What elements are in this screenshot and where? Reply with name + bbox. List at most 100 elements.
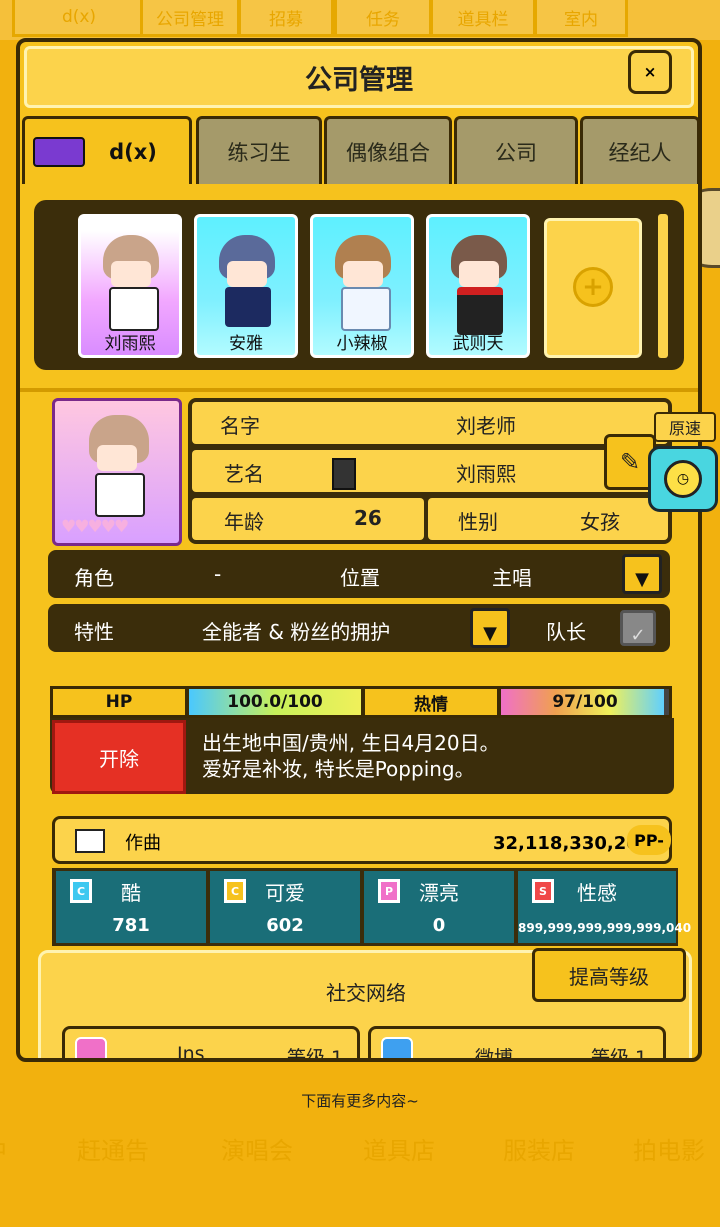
stat-name: 漂亮 bbox=[419, 881, 459, 905]
upgrade-level-button[interactable]: 提高等级 bbox=[532, 948, 686, 1002]
stat-cool: C 酷 781 bbox=[56, 871, 206, 943]
fire-button[interactable]: 开除 bbox=[52, 720, 186, 794]
bg-tab-tasks: 任务 bbox=[334, 0, 432, 37]
bg-tab-company: 公司管理 bbox=[140, 0, 240, 37]
tab-dx[interactable]: d(x) bbox=[22, 116, 192, 184]
passion-label: 热情 bbox=[362, 686, 500, 718]
stat-pretty: P 漂亮 0 bbox=[364, 871, 514, 943]
company-management-dialog: 公司管理 × d(x) 练习生 偶像组合 公司 经纪人 刘雨熙 安雅 小辣椒 武… bbox=[16, 38, 702, 1062]
social-card-weibo[interactable]: 微博 等级 1 bbox=[368, 1026, 666, 1062]
role-value: - bbox=[214, 562, 222, 586]
age-row: 年龄 26 bbox=[192, 498, 424, 540]
bottom-nav-concert[interactable]: 演唱会 bbox=[190, 1118, 324, 1178]
hp-value: 100.0/100 bbox=[227, 692, 323, 712]
check-icon: ✓ bbox=[630, 625, 646, 646]
stat-cute: C 可爱 602 bbox=[210, 871, 360, 943]
roster-next-card-edge bbox=[658, 214, 668, 358]
tab-idol-group[interactable]: 偶像组合 bbox=[324, 116, 452, 184]
stat-value: 0 bbox=[432, 915, 446, 936]
name-value: 刘老师 bbox=[456, 414, 516, 438]
bio-line-1: 出生地中国/贵州, 生日4月20日。 bbox=[202, 731, 500, 755]
dialog-title: 公司管理 bbox=[24, 46, 694, 108]
idol-card-xiaolajiao[interactable]: 小辣椒 bbox=[310, 214, 414, 358]
social-level: 等级 1 bbox=[287, 1047, 344, 1062]
tab-company[interactable]: 公司 bbox=[454, 116, 578, 184]
stat-name: 性感 bbox=[577, 881, 617, 905]
position-dropdown-button[interactable]: ▼ bbox=[622, 554, 662, 594]
bottom-nav-item-shop[interactable]: 道具店 bbox=[332, 1118, 466, 1178]
group-icon bbox=[33, 137, 85, 167]
idol-name: 刘雨熙 bbox=[104, 333, 156, 354]
profile-info: 名字 刘老师 艺名 刘雨熙 年龄 26 性别 女孩 bbox=[188, 398, 672, 544]
close-button[interactable]: × bbox=[628, 50, 672, 94]
social-level: 等级 1 bbox=[591, 1047, 648, 1062]
tab-agent[interactable]: 经纪人 bbox=[580, 116, 698, 184]
plus-icon: + bbox=[573, 267, 613, 307]
idol-name: 武则天 bbox=[452, 333, 504, 354]
selected-idol-avatar: ♥♥♥♥♥ bbox=[52, 398, 182, 546]
hp-label: HP bbox=[50, 686, 188, 718]
pencil-icon: ✎ bbox=[619, 448, 641, 476]
position-label: 位置 bbox=[340, 566, 380, 590]
stats-panel: C 酷 781 C 可爱 602 P 漂亮 0 S 性感 899,999,999… bbox=[52, 868, 692, 946]
bottom-nav-clothes-shop[interactable]: 服装店 bbox=[472, 1118, 606, 1178]
age-value: 26 bbox=[354, 506, 382, 530]
more-content-hint: 下面有更多内容~ bbox=[301, 1092, 419, 1110]
stat-sexy: S 性感 899,999,999,999,999,040 bbox=[518, 871, 692, 943]
section-divider bbox=[20, 388, 698, 392]
bottom-nav-schedule[interactable]: 赶通告 bbox=[46, 1118, 180, 1178]
idol-face bbox=[459, 261, 499, 287]
social-card-ins[interactable]: Ins 等级 1 bbox=[62, 1026, 360, 1062]
stage-name-value: 刘雨熙 bbox=[456, 462, 516, 486]
stage-name-label: 艺名 bbox=[224, 462, 264, 486]
idol-face bbox=[227, 261, 267, 287]
pp-badge: PP- bbox=[627, 825, 671, 855]
idol-card-anya[interactable]: 安雅 bbox=[194, 214, 298, 358]
bg-tab-items: 道具栏 bbox=[430, 0, 536, 37]
stat-value: 781 bbox=[112, 915, 150, 936]
social-name: 微博 bbox=[475, 1047, 514, 1062]
idol-face bbox=[343, 261, 383, 287]
idol-card-liuyuxi[interactable]: 刘雨熙 bbox=[78, 214, 182, 358]
stat-value: 602 bbox=[266, 915, 304, 936]
bg-tab-dx: d(x) bbox=[12, 0, 146, 37]
affection-hearts: ♥♥♥♥♥ bbox=[61, 517, 129, 537]
age-label: 年龄 bbox=[224, 510, 264, 534]
gender-value: 女孩 bbox=[580, 510, 620, 534]
trait-label: 特性 bbox=[74, 620, 114, 644]
stat-name: 酷 bbox=[121, 881, 141, 905]
trait-bar: 特性 全能者 & 粉丝的拥护 ▼ 队长 ✓ bbox=[48, 604, 670, 652]
social-name: Ins bbox=[177, 1043, 205, 1062]
role-bar: 角色 - 位置 主唱 ▼ bbox=[48, 550, 670, 598]
leader-toggle[interactable]: ✓ bbox=[620, 610, 656, 646]
bottom-nav-movie[interactable]: 拍电影 bbox=[618, 1118, 720, 1178]
bio-line-2: 爱好是补妆, 特长是Popping。 bbox=[202, 757, 475, 781]
weibo-icon bbox=[381, 1037, 413, 1058]
bg-tab-indoor: 室内 bbox=[534, 0, 628, 37]
bg-tab-recruit: 招募 bbox=[238, 0, 334, 37]
stage-name-row: 艺名 刘雨熙 bbox=[192, 450, 668, 492]
avatar-outfit bbox=[95, 473, 145, 517]
idol-name: 小辣椒 bbox=[336, 333, 388, 354]
chevron-down-icon: ▼ bbox=[635, 569, 649, 590]
hp-bar: 100.0/100 bbox=[186, 686, 364, 718]
name-label: 名字 bbox=[220, 414, 260, 438]
piano-icon bbox=[75, 829, 105, 853]
stat-name: 可爱 bbox=[265, 881, 305, 905]
idol-card-wuzetian[interactable]: 武则天 bbox=[426, 214, 530, 358]
gender-row: 性别 女孩 bbox=[428, 498, 668, 540]
tab-trainee[interactable]: 练习生 bbox=[196, 116, 322, 184]
trait-value: 全能者 & 粉丝的拥护 bbox=[202, 620, 391, 644]
trait-dropdown-button[interactable]: ▼ bbox=[470, 608, 510, 648]
tab-dx-label: d(x) bbox=[109, 139, 157, 164]
stat-value: 899,999,999,999,999,040 bbox=[518, 921, 692, 935]
speed-tag[interactable]: 原速 bbox=[654, 412, 716, 442]
idol-name: 安雅 bbox=[229, 333, 263, 354]
add-idol-button[interactable]: + bbox=[544, 218, 642, 358]
instagram-icon bbox=[75, 1037, 107, 1058]
bottom-nav-partial[interactable]: 中 bbox=[0, 1118, 30, 1178]
clock-icon: ◷ bbox=[664, 460, 702, 498]
leader-label: 队长 bbox=[546, 620, 586, 644]
speed-timer-button[interactable]: ◷ bbox=[648, 446, 718, 512]
bio-text: 出生地中国/贵州, 生日4月20日。 爱好是补妆, 特长是Popping。 bbox=[202, 730, 500, 782]
